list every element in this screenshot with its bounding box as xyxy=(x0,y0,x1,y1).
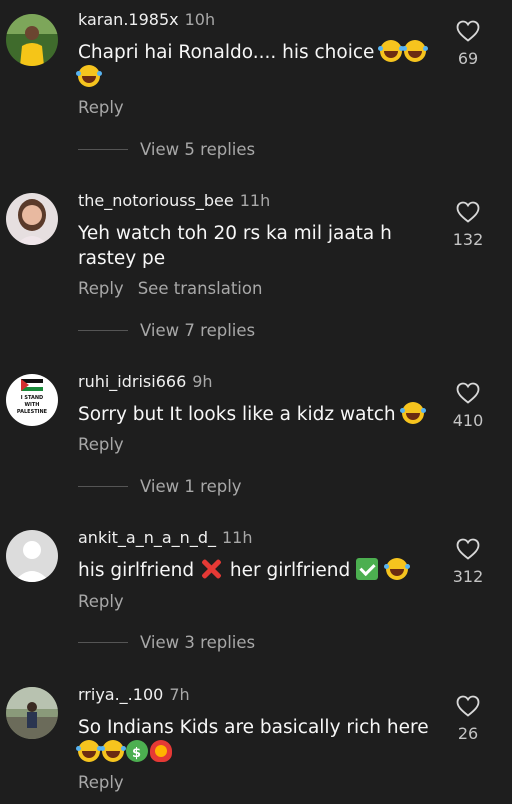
laughing-emoji-icon xyxy=(100,740,124,762)
like-control: 312 xyxy=(446,538,490,586)
reply-button[interactable]: Reply xyxy=(78,435,124,454)
comment-actions: Reply xyxy=(78,435,138,454)
avatar-caption: I STAND WITH PALESTINE xyxy=(6,395,58,416)
heart-on-fire-emoji-icon xyxy=(150,740,172,762)
comment-time: 11h xyxy=(239,191,271,210)
woman-portrait-avatar[interactable] xyxy=(6,193,58,245)
comment-time: 10h xyxy=(184,10,216,29)
heart-outline-icon[interactable] xyxy=(456,695,480,717)
avatar-text: WITH xyxy=(24,402,40,408)
laughing-emoji-icon xyxy=(76,740,100,762)
laughing-emoji-icon xyxy=(76,65,100,87)
comment-actions: Reply xyxy=(78,592,138,611)
view-replies-button[interactable]: View 3 replies xyxy=(78,633,255,652)
comment-meta: rriya._.100 7h xyxy=(78,685,190,704)
comment-text: Chapri hai Ronaldo.... his choice xyxy=(76,40,438,90)
outdoor-photo-avatar[interactable] xyxy=(6,687,58,739)
comment-text: So Indians Kids are basically rich here xyxy=(76,715,438,766)
view-replies-label: View 7 replies xyxy=(140,321,256,340)
laughing-emoji-icon xyxy=(378,40,403,62)
comment-actions: Reply xyxy=(78,98,138,117)
comment-text-content: Chapri hai Ronaldo.... his choice xyxy=(78,42,375,63)
like-control: 410 xyxy=(446,382,490,430)
comment-text-content: his girlfriend xyxy=(78,560,195,581)
comment-time: 7h xyxy=(169,685,190,704)
see-translation-button[interactable]: See translation xyxy=(138,279,263,298)
comment-actions: Reply xyxy=(78,773,138,792)
username[interactable]: karan.1985x xyxy=(78,10,179,29)
comment-text: Sorry but It looks like a kidz watch xyxy=(78,402,438,427)
heart-outline-icon[interactable] xyxy=(456,382,480,404)
like-count: 312 xyxy=(452,567,484,586)
heart-outline-icon[interactable] xyxy=(456,20,480,42)
username[interactable]: rriya._.100 xyxy=(78,685,163,704)
like-control: 69 xyxy=(446,20,490,68)
comment-text-content: Sorry but It looks like a kidz watch xyxy=(78,404,396,425)
view-replies-button[interactable]: View 7 replies xyxy=(78,321,255,340)
reply-button[interactable]: Reply xyxy=(78,279,124,298)
comment-text: Yeh watch toh 20 rs ka mil jaata h raste… xyxy=(78,221,438,271)
default-user-avatar[interactable] xyxy=(6,530,58,582)
reply-button[interactable]: Reply xyxy=(78,773,124,792)
person-yellow-shirt-avatar[interactable] xyxy=(6,14,58,66)
view-replies-label: View 1 reply xyxy=(140,477,242,496)
like-count: 132 xyxy=(452,230,484,249)
divider-line xyxy=(78,149,128,150)
comment-time: 9h xyxy=(192,372,213,391)
like-control: 26 xyxy=(446,695,490,743)
divider-line xyxy=(78,330,128,331)
heart-outline-icon[interactable] xyxy=(456,201,480,223)
heart-outline-icon[interactable] xyxy=(456,538,480,560)
comment-text: his girlfriend her girlfriend xyxy=(78,558,438,583)
comment-text-content: her girlfriend xyxy=(229,560,351,581)
comment-meta: ankit_a_n_a_n_d_ 11h xyxy=(78,528,252,547)
comment-actions: Reply See translation xyxy=(78,279,276,298)
comment-text-line: rastey pe xyxy=(78,248,166,269)
like-count: 69 xyxy=(457,49,479,68)
view-replies-button[interactable]: View 5 replies xyxy=(78,140,255,159)
comment-meta: ruhi_idrisi666 9h xyxy=(78,372,213,391)
avatar-text: PALESTINE xyxy=(16,409,48,415)
like-control: 132 xyxy=(446,201,490,249)
comment-meta: the_notoriouss_bee 11h xyxy=(78,191,270,210)
reply-button[interactable]: Reply xyxy=(78,98,124,117)
laughing-emoji-icon xyxy=(402,40,427,62)
username[interactable]: the_notoriouss_bee xyxy=(78,191,234,210)
like-count: 410 xyxy=(452,411,484,430)
avatar-text: I STAND xyxy=(20,395,44,401)
cross-mark-emoji-icon xyxy=(200,558,222,580)
comment-text-content: So Indians Kids are basically rich here xyxy=(78,717,429,738)
view-replies-button[interactable]: View 1 reply xyxy=(78,477,242,496)
view-replies-label: View 3 replies xyxy=(140,633,256,652)
divider-line xyxy=(78,486,128,487)
username[interactable]: ruhi_idrisi666 xyxy=(78,372,186,391)
like-count: 26 xyxy=(457,724,479,743)
comment-time: 11h xyxy=(221,528,253,547)
laughing-emoji-icon xyxy=(384,558,409,580)
view-replies-label: View 5 replies xyxy=(140,140,256,159)
divider-line xyxy=(78,642,128,643)
i-stand-with-palestine-avatar[interactable]: I STAND WITH PALESTINE xyxy=(6,374,58,426)
username[interactable]: ankit_a_n_a_n_d_ xyxy=(78,528,216,547)
laughing-emoji-icon xyxy=(399,402,424,424)
check-mark-emoji-icon xyxy=(356,558,379,580)
reply-button[interactable]: Reply xyxy=(78,592,124,611)
money-mouth-emoji-icon xyxy=(126,740,148,766)
comment-text-line: Yeh watch toh 20 rs ka mil jaata h xyxy=(78,223,392,244)
comment-meta: karan.1985x 10h xyxy=(78,10,215,29)
